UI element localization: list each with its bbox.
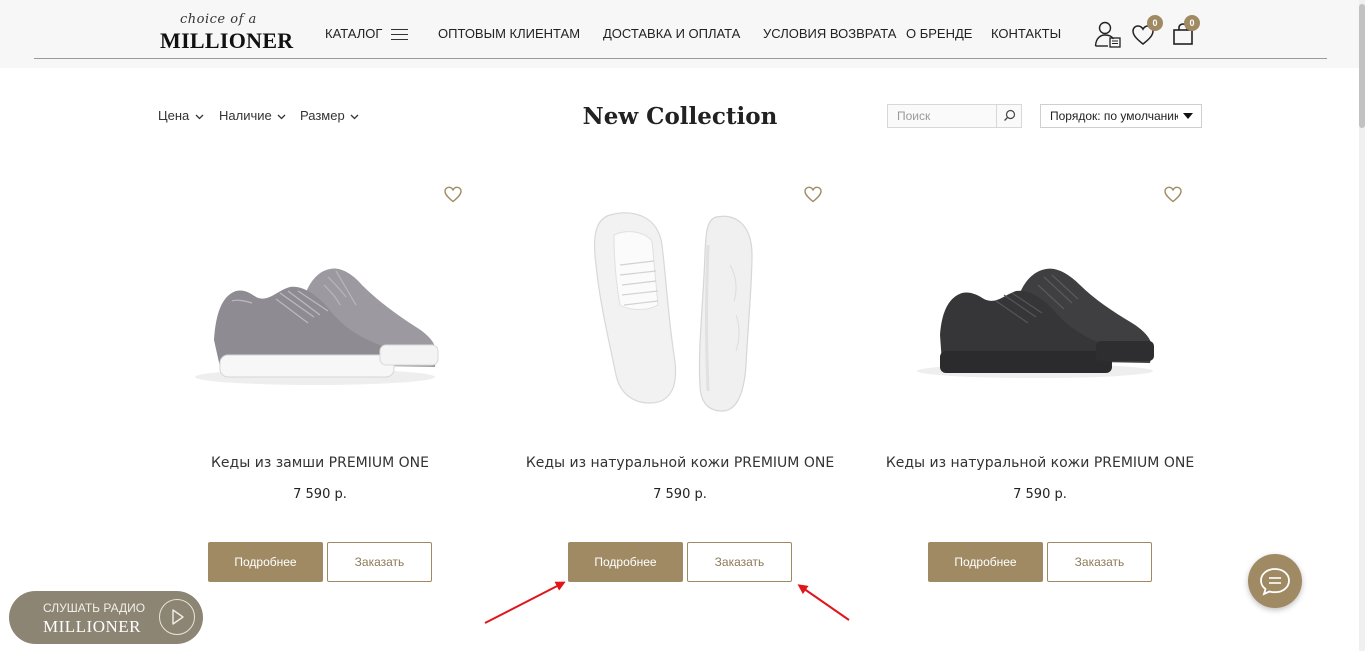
wishlist-count-badge: 0 <box>1147 15 1163 31</box>
nav-brand[interactable]: О БРЕНДЕ <box>906 26 972 41</box>
details-button[interactable]: Подробнее <box>568 542 683 582</box>
radio-label-line2: MILLIONER <box>43 617 141 636</box>
search-icon <box>1004 109 1016 121</box>
sort-select-value: Порядок: по умолчанию <box>1050 109 1178 123</box>
details-button[interactable]: Подробнее <box>928 542 1043 582</box>
search-box <box>887 104 1022 128</box>
chat-bubble-icon <box>1260 568 1290 596</box>
header-divider <box>34 58 1327 59</box>
cart-count-badge: 0 <box>1184 15 1200 31</box>
search-input[interactable] <box>888 105 996 127</box>
site-header: choice of a MILLIONER КАТАЛОГ ОПТОВЫМ КЛ… <box>0 0 1365 68</box>
order-button[interactable]: Заказать <box>1047 542 1152 582</box>
radio-label-line1: СЛУШАТЬ РАДИО <box>43 601 146 615</box>
filter-availability[interactable]: Наличие <box>219 108 286 123</box>
chevron-down-icon <box>350 114 359 119</box>
product-image[interactable] <box>540 205 800 425</box>
nav-returns[interactable]: УСЛОВИЯ ВОЗВРАТА <box>763 26 896 41</box>
page-scrollbar[interactable] <box>1359 0 1365 651</box>
search-button[interactable] <box>996 105 1021 127</box>
order-button[interactable]: Заказать <box>327 542 432 582</box>
product-card: Кеды из натуральной кожи PREMIUM ONE 7 5… <box>520 175 840 595</box>
sort-select[interactable]: Порядок: по умолчанию <box>1040 104 1202 128</box>
product-name[interactable]: Кеды из натуральной кожи PREMIUM ONE <box>880 455 1200 471</box>
brand-logo[interactable]: choice of a MILLIONER <box>160 12 293 53</box>
product-card: Кеды из натуральной кожи PREMIUM ONE 7 5… <box>880 175 1200 595</box>
logo-script-text: choice of a <box>180 12 257 27</box>
chat-button[interactable] <box>1248 554 1302 608</box>
filter-price[interactable]: Цена <box>158 108 204 123</box>
product-price: 7 590 р. <box>1013 487 1067 502</box>
play-icon[interactable] <box>159 599 195 635</box>
chevron-down-icon <box>277 114 286 119</box>
product-name[interactable]: Кеды из замши PREMIUM ONE <box>160 455 480 471</box>
product-name[interactable]: Кеды из натуральной кожи PREMIUM ONE <box>520 455 840 471</box>
product-price: 7 590 р. <box>293 487 347 502</box>
caret-down-icon <box>1183 113 1193 119</box>
nav-delivery[interactable]: ДОСТАВКА И ОПЛАТА <box>603 26 740 41</box>
radio-player-widget[interactable]: СЛУШАТЬ РАДИО MILLIONER <box>9 591 203 644</box>
product-card: Кеды из замши PREMIUM ONE 7 590 р. Подро… <box>160 175 480 595</box>
add-to-wishlist-heart-icon[interactable] <box>803 185 823 203</box>
product-image[interactable] <box>900 205 1160 425</box>
chevron-down-icon <box>195 114 204 119</box>
filter-availability-label: Наличие <box>219 108 272 123</box>
product-image[interactable] <box>180 205 440 425</box>
nav-catalog[interactable]: КАТАЛОГ <box>325 26 382 41</box>
add-to-wishlist-heart-icon[interactable] <box>443 185 463 203</box>
logo-main-text: MILLIONER <box>160 28 294 53</box>
product-price: 7 590 р. <box>653 487 707 502</box>
order-button[interactable]: Заказать <box>687 542 792 582</box>
hamburger-icon[interactable] <box>391 29 408 40</box>
scrollbar-thumb[interactable] <box>1359 4 1365 128</box>
page-title: New Collection <box>582 103 778 130</box>
nav-wholesale[interactable]: ОПТОВЫМ КЛИЕНТАМ <box>438 26 580 41</box>
details-button[interactable]: Подробнее <box>208 542 323 582</box>
filter-size-label: Размер <box>300 108 345 123</box>
filter-price-label: Цена <box>158 108 190 123</box>
add-to-wishlist-heart-icon[interactable] <box>1163 185 1183 203</box>
user-icon[interactable] <box>1094 20 1122 50</box>
nav-contacts[interactable]: КОНТАКТЫ <box>991 26 1061 41</box>
filter-size[interactable]: Размер <box>300 108 359 123</box>
